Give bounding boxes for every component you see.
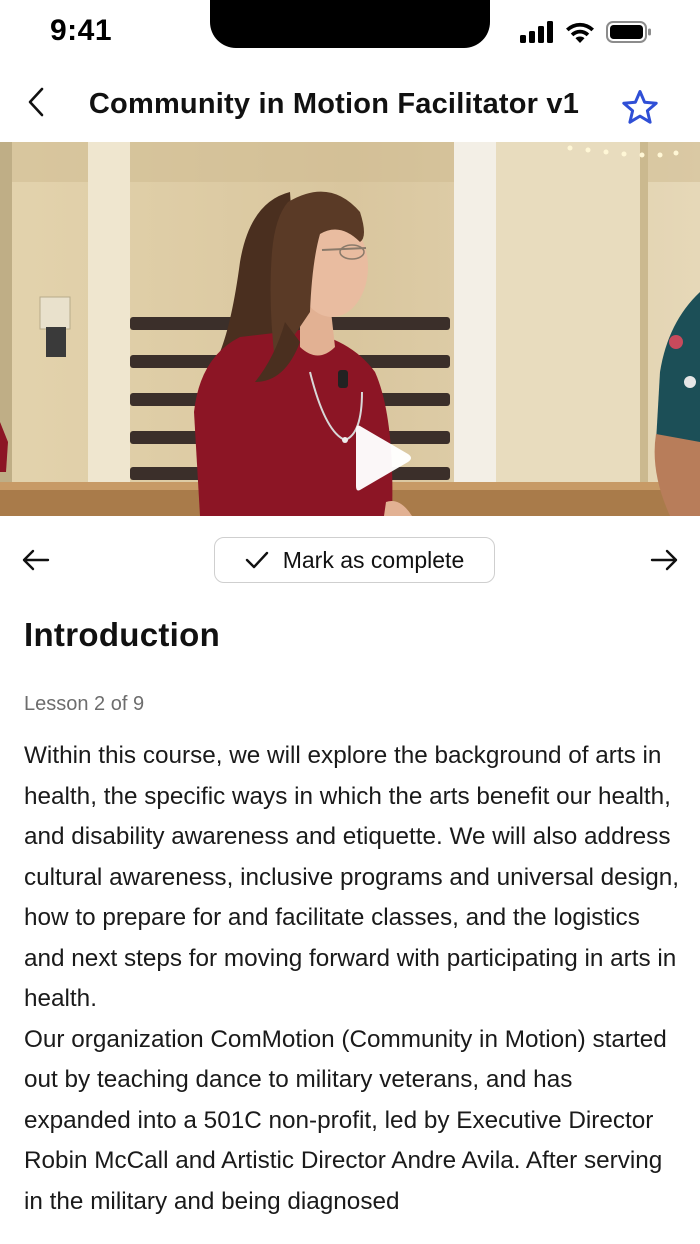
page-title: Community in Motion Facilitator v1 bbox=[88, 88, 580, 120]
status-icons bbox=[520, 20, 652, 44]
app-header: Community in Motion Facilitator v1 bbox=[0, 64, 700, 142]
lesson-video[interactable] bbox=[0, 142, 700, 516]
chevron-left-icon bbox=[28, 87, 44, 117]
next-lesson-button[interactable] bbox=[644, 542, 684, 578]
arrow-left-icon bbox=[22, 549, 50, 571]
back-button[interactable] bbox=[16, 80, 56, 124]
cellular-signal-icon bbox=[520, 21, 553, 43]
status-bar: 9:41 bbox=[0, 0, 700, 64]
lesson-paragraph: Our organization ComMotion (Community in… bbox=[24, 1025, 667, 1215]
lesson-paragraph: Within this course, we will explore the … bbox=[24, 742, 679, 1012]
previous-lesson-button[interactable] bbox=[16, 542, 56, 578]
battery-icon bbox=[606, 21, 651, 43]
mark-complete-button[interactable]: Mark as complete bbox=[214, 537, 495, 583]
play-icon[interactable] bbox=[350, 420, 420, 496]
arrow-right-icon bbox=[650, 549, 678, 571]
status-time: 9:41 bbox=[50, 14, 113, 47]
star-icon bbox=[622, 90, 658, 124]
wifi-icon bbox=[566, 22, 594, 43]
mark-complete-label: Mark as complete bbox=[282, 546, 465, 573]
check-icon bbox=[245, 551, 268, 569]
lesson-nav: Mark as complete bbox=[0, 536, 700, 584]
lesson-progress: Lesson 2 of 9 bbox=[24, 693, 145, 715]
lesson-title: Introduction bbox=[24, 616, 221, 653]
lesson-body: Within this course, we will explore the … bbox=[24, 736, 684, 1222]
device-notch bbox=[210, 0, 490, 48]
favorite-button[interactable] bbox=[618, 86, 662, 130]
